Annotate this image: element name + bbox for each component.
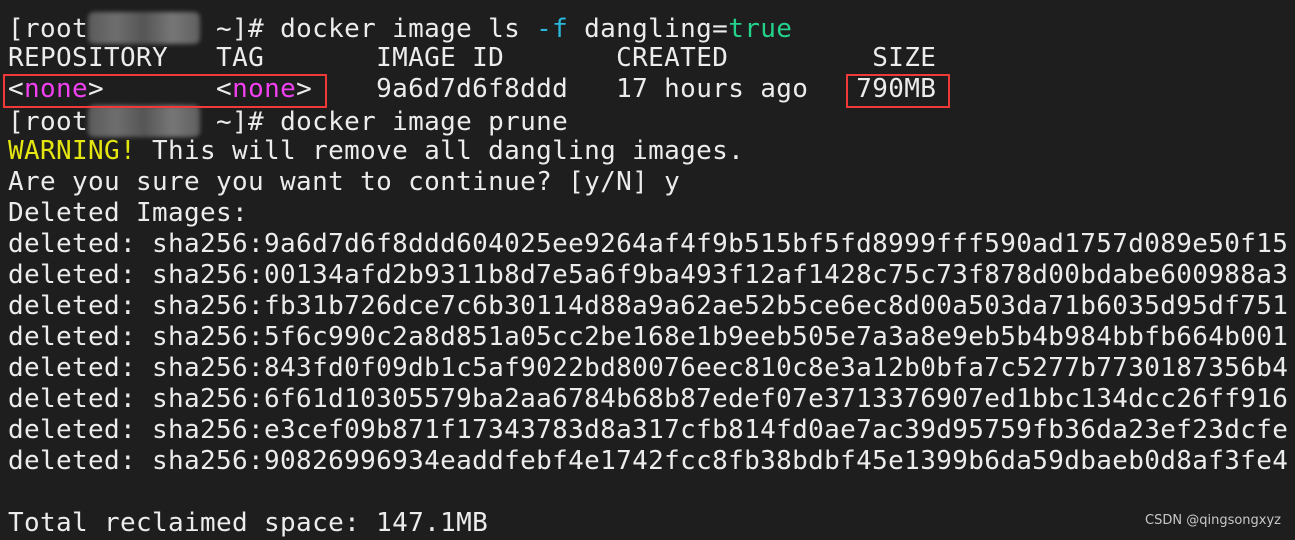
table-header: REPOSITORY TAG IMAGE ID CREATED SIZE <box>8 43 1288 74</box>
highlight-box-none <box>3 74 327 108</box>
deleted-line: deleted: sha256:fb31b726dce7c6b30114d88a… <box>8 291 1289 321</box>
warning-line: WARNING! This will remove all dangling i… <box>8 136 1288 167</box>
created-value: 17 hours ago <box>616 74 809 104</box>
warning-label: WARNING! <box>8 136 137 166</box>
command-value: true <box>728 14 793 44</box>
command-arg: dangling= <box>568 14 729 44</box>
command: docker image prune <box>280 107 569 137</box>
header-repository: REPOSITORY <box>8 43 169 73</box>
watermark: CSDN @qingsongxyz <box>1145 513 1281 528</box>
redacted-hostname <box>88 12 201 44</box>
image-id-value: 9a6d7d6f8ddd <box>376 74 569 104</box>
prompt-line-2: [root ~]# docker image prune <box>8 105 1288 137</box>
prompt-prefix: [root <box>8 107 89 137</box>
prompt-suffix: ~]# <box>200 107 281 137</box>
deleted-line: deleted: sha256:e3cef09b871f17343783d8a3… <box>8 415 1289 445</box>
total-line: Total reclaimed space: 147.1MB <box>8 508 489 538</box>
highlight-box-size <box>846 74 950 108</box>
deleted-line: deleted: sha256:5f6c990c2a8d851a05cc2be1… <box>8 322 1289 352</box>
prompt-line-1: [root ~]# docker image ls -f dangling=tr… <box>8 12 1288 44</box>
redacted-hostname <box>88 105 201 137</box>
header-tag: TAG <box>216 43 265 73</box>
deleted-line: deleted: sha256:00134afd2b9311b8d7e5a6f9… <box>8 260 1289 290</box>
confirm-line: Are you sure you want to continue? [y/N]… <box>8 167 681 197</box>
deleted-header: Deleted Images: <box>8 198 249 228</box>
command-flag: -f <box>536 14 569 44</box>
deleted-line: deleted: sha256:90826996934eaddfebf4e174… <box>8 446 1289 476</box>
deleted-line: deleted: sha256:843fd0f09db1c5af9022bd80… <box>8 353 1289 383</box>
deleted-line: deleted: sha256:9a6d7d6f8ddd604025ee9264… <box>8 229 1289 259</box>
prompt-prefix: [root <box>8 14 89 44</box>
header-image-id: IMAGE ID <box>376 43 505 73</box>
deleted-line: deleted: sha256:6f61d10305579ba2aa6784b6… <box>8 384 1289 414</box>
prompt-suffix: ~]# <box>200 14 281 44</box>
header-created: CREATED <box>616 43 729 73</box>
header-size: SIZE <box>872 43 937 73</box>
command: docker image ls <box>280 14 537 44</box>
warning-text: This will remove all dangling images. <box>136 136 745 166</box>
